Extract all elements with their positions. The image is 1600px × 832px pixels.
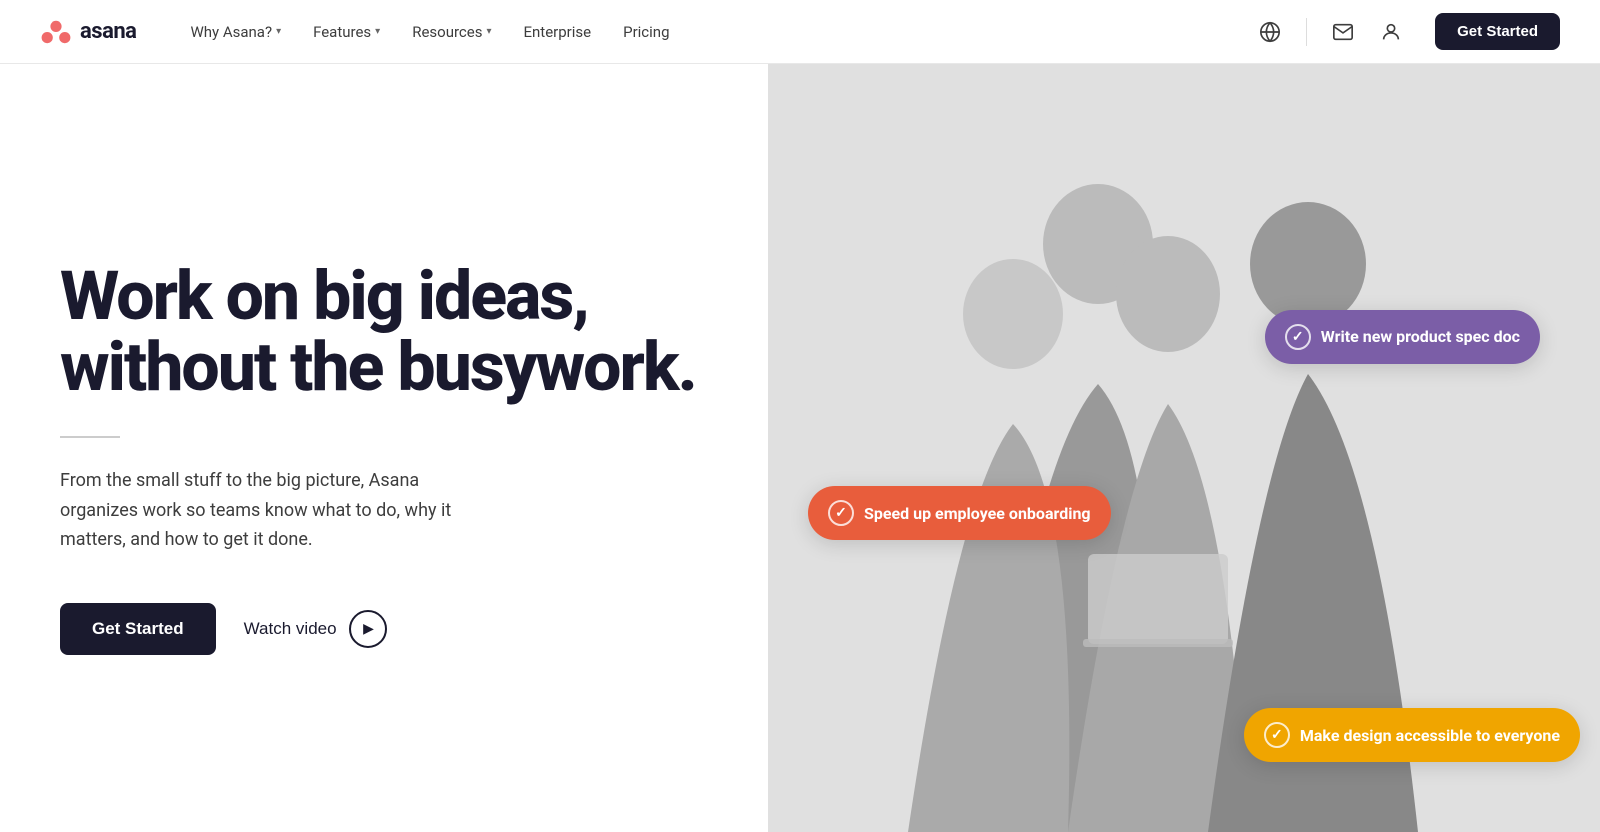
- mail-icon: [1332, 21, 1354, 43]
- play-icon: ▶: [349, 610, 387, 648]
- nav-divider: [1306, 18, 1307, 46]
- user-icon: [1380, 21, 1402, 43]
- nav-item-pricing[interactable]: Pricing: [609, 15, 683, 49]
- check-icon: ✓: [1264, 722, 1290, 748]
- task-chip-red: ✓ Speed up employee onboarding: [808, 486, 1111, 540]
- logo-text: asana: [80, 19, 136, 44]
- hero-body-text: From the small stuff to the big picture,…: [60, 466, 480, 555]
- check-icon: ✓: [1285, 324, 1311, 350]
- navbar: asana Why Asana? ▾ Features ▾ Resources …: [0, 0, 1600, 64]
- chevron-down-icon: ▾: [486, 26, 491, 37]
- task-chip-orange: ✓ Make design accessible to everyone: [1244, 708, 1580, 762]
- hero-left: Work on big ideas, without the busywork.…: [0, 64, 768, 832]
- watch-video-button[interactable]: Watch video ▶: [244, 610, 387, 648]
- check-icon: ✓: [828, 500, 854, 526]
- nav-icons-group: Get Started: [1250, 12, 1560, 52]
- asana-logo-icon: [40, 16, 72, 48]
- user-button[interactable]: [1371, 12, 1411, 52]
- logo-link[interactable]: asana: [40, 16, 136, 48]
- task-chip-purple: ✓ Write new product spec doc: [1265, 310, 1540, 364]
- globe-button[interactable]: [1250, 12, 1290, 52]
- hero-section: Work on big ideas, without the busywork.…: [0, 64, 1600, 832]
- hero-headline: Work on big ideas, without the busywork.: [60, 261, 708, 404]
- nav-item-why-asana[interactable]: Why Asana? ▾: [176, 15, 295, 49]
- globe-icon: [1259, 21, 1281, 43]
- nav-links: Why Asana? ▾ Features ▾ Resources ▾ Ente…: [176, 15, 1250, 49]
- nav-get-started-button[interactable]: Get Started: [1435, 13, 1560, 50]
- nav-item-resources[interactable]: Resources ▾: [398, 15, 505, 49]
- chevron-down-icon: ▾: [375, 26, 380, 37]
- nav-item-features[interactable]: Features ▾: [299, 15, 394, 49]
- mail-button[interactable]: [1323, 12, 1363, 52]
- hero-actions: Get Started Watch video ▶: [60, 603, 708, 655]
- hero-get-started-button[interactable]: Get Started: [60, 603, 216, 655]
- hero-right: ✓ Write new product spec doc ✓ Speed up …: [768, 64, 1600, 832]
- nav-item-enterprise[interactable]: Enterprise: [510, 15, 606, 49]
- chevron-down-icon: ▾: [276, 26, 281, 37]
- hero-divider: [60, 436, 120, 438]
